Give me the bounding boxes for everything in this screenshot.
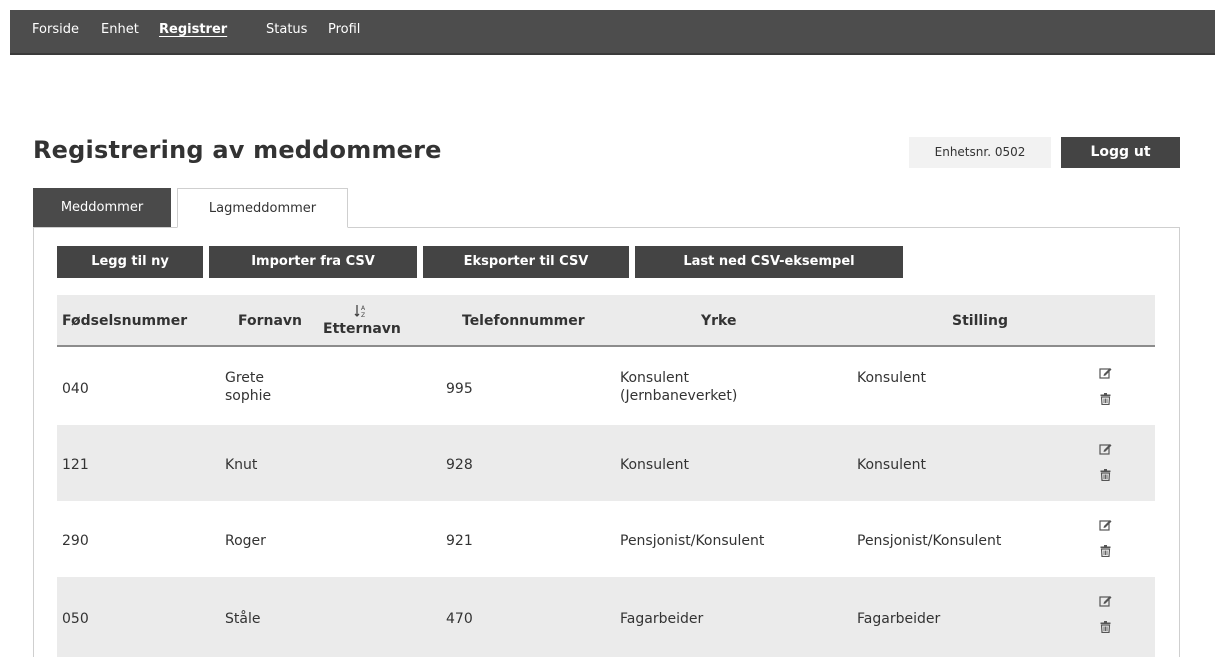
- edit-icon[interactable]: [1095, 439, 1115, 459]
- cell-fodselsnummer: 290: [62, 533, 89, 549]
- add-new-button[interactable]: Legg til ny: [57, 246, 203, 278]
- tab-lagmeddommer[interactable]: Lagmeddommer: [177, 188, 348, 228]
- cell-telefonnummer: 995: [446, 381, 473, 397]
- cell-stilling: Pensjonist/Konsulent: [857, 533, 1002, 549]
- sort-arrows-icon[interactable]: A Z: [354, 304, 368, 321]
- delete-icon[interactable]: [1095, 465, 1115, 485]
- column-header-yrke[interactable]: Yrke: [701, 313, 736, 329]
- cell-yrke: Fagarbeider: [620, 611, 704, 627]
- table-row: 121 Knut 928 Konsulent Konsulent: [57, 425, 1155, 501]
- column-header-telefonnummer[interactable]: Telefonnummer: [462, 313, 585, 329]
- nav-item-status[interactable]: Status: [266, 22, 307, 37]
- import-csv-button[interactable]: Importer fra CSV: [209, 246, 417, 278]
- export-csv-button[interactable]: Eksporter til CSV: [423, 246, 629, 278]
- cell-fornavn: Roger: [225, 533, 266, 549]
- column-header-fodselsnummer[interactable]: Fødselsnummer: [62, 313, 187, 329]
- cell-telefonnummer: 928: [446, 457, 473, 473]
- row-actions: [1095, 591, 1115, 643]
- page-title: Registrering av meddommere: [33, 136, 442, 164]
- cell-fornavn-line2: sophie: [225, 388, 272, 404]
- delete-icon[interactable]: [1095, 617, 1115, 637]
- row-actions: [1095, 439, 1115, 491]
- cell-stilling: Fagarbeider: [857, 611, 941, 627]
- table-row: 040 Grete sophie 995 Konsulent (Jernbane…: [57, 349, 1155, 425]
- cell-fornavn: Ståle: [225, 611, 261, 627]
- tab-meddommer[interactable]: Meddommer: [33, 188, 171, 228]
- nav-item-enhet[interactable]: Enhet: [101, 22, 139, 37]
- logout-button[interactable]: Logg ut: [1061, 137, 1180, 168]
- unit-number-badge: Enhetsnr. 0502: [909, 137, 1051, 168]
- cell-fornavn: Knut: [225, 457, 258, 473]
- download-csv-example-button[interactable]: Last ned CSV-eksempel: [635, 246, 903, 278]
- column-header-etternavn[interactable]: Etternavn: [323, 321, 401, 337]
- cell-yrke: Konsulent: [620, 457, 689, 473]
- cell-fodselsnummer: 050: [62, 611, 89, 627]
- cell-fodselsnummer: 121: [62, 457, 89, 473]
- nav-item-forside[interactable]: Forside: [32, 22, 79, 37]
- edit-icon[interactable]: [1095, 515, 1115, 535]
- column-header-stilling[interactable]: Stilling: [952, 313, 1008, 329]
- svg-text:Z: Z: [361, 312, 365, 318]
- edit-icon[interactable]: [1095, 363, 1115, 383]
- delete-icon[interactable]: [1095, 541, 1115, 561]
- table-header: Fødselsnummer Fornavn Etternavn Telefonn…: [57, 295, 1155, 347]
- table-row: 290 Roger 921 Pensjonist/Konsulent Pensj…: [57, 501, 1155, 577]
- table-row: 050 Ståle 470 Fagarbeider Fagarbeider: [57, 577, 1155, 657]
- cell-telefonnummer: 921: [446, 533, 473, 549]
- cell-stilling: Konsulent: [857, 370, 926, 386]
- top-navigation: Forside Enhet Registrer Status Profil: [10, 10, 1215, 55]
- cell-fodselsnummer: 040: [62, 381, 89, 397]
- nav-item-profil[interactable]: Profil: [328, 22, 360, 37]
- nav-item-registrer[interactable]: Registrer: [159, 22, 227, 37]
- cell-fornavn: Grete: [225, 370, 265, 386]
- edit-icon[interactable]: [1095, 591, 1115, 611]
- cell-yrke: Pensjonist/Konsulent: [620, 533, 765, 549]
- svg-text:A: A: [361, 305, 366, 312]
- column-header-fornavn[interactable]: Fornavn: [238, 313, 302, 329]
- row-actions: [1095, 515, 1115, 567]
- cell-stilling: Konsulent: [857, 457, 926, 473]
- delete-icon[interactable]: [1095, 389, 1115, 409]
- cell-yrke: Konsulent: [620, 370, 689, 386]
- sort-arrows-icon-svg: A Z: [354, 305, 366, 319]
- row-actions: [1095, 363, 1115, 415]
- cell-telefonnummer: 470: [446, 611, 473, 627]
- cell-yrke-line2: (Jernbaneverket): [620, 388, 738, 404]
